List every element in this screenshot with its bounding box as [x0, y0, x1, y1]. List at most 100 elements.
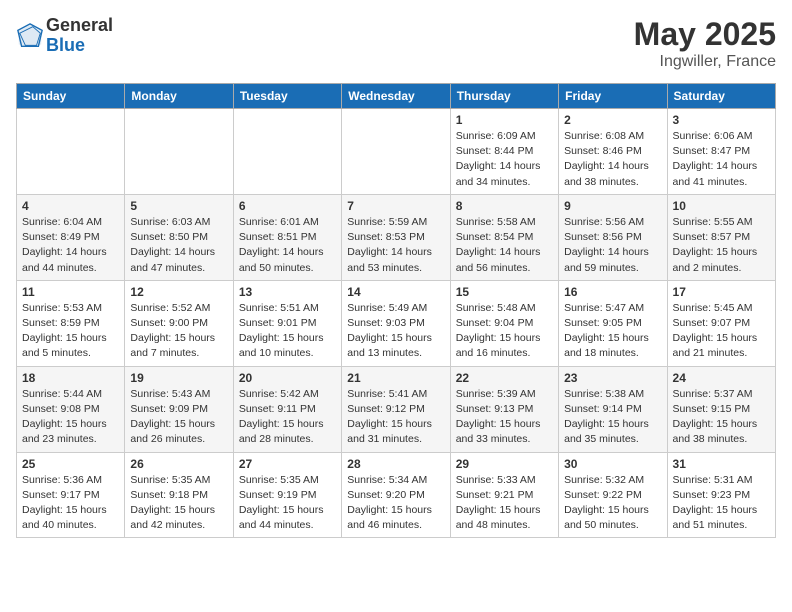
day-info: Sunrise: 5:33 AMSunset: 9:21 PMDaylight:…	[456, 473, 553, 534]
day-number: 8	[456, 199, 553, 213]
calendar-cell: 9 Sunrise: 5:56 AMSunset: 8:56 PMDaylight…	[559, 194, 667, 280]
day-number: 18	[22, 371, 119, 385]
calendar-cell: 7 Sunrise: 5:59 AMSunset: 8:53 PMDaylight…	[342, 194, 450, 280]
day-number: 3	[673, 113, 770, 127]
day-info: Sunrise: 5:53 AMSunset: 8:59 PMDaylight:…	[22, 301, 119, 362]
day-info: Sunrise: 5:32 AMSunset: 9:22 PMDaylight:…	[564, 473, 661, 534]
calendar-cell: 20Sunrise: 5:42 AMSunset: 9:11 PMDayligh…	[233, 366, 341, 452]
day-info: Sunrise: 5:44 AMSunset: 9:08 PMDaylight:…	[22, 387, 119, 448]
calendar-cell: 30 Sunrise: 5:32 AMSunset: 9:22 PMDayligh…	[559, 452, 667, 538]
weekday-header: Tuesday	[233, 84, 341, 109]
day-info: Sunrise: 6:01 AMSunset: 8:51 PMDaylight:…	[239, 215, 336, 276]
day-info: Sunrise: 6:03 AMSunset: 8:50 PMDaylight:…	[130, 215, 227, 276]
day-info: Sunrise: 5:43 AMSunset: 9:09 PMDaylight:…	[130, 387, 227, 448]
calendar-cell: 1 Sunrise: 6:09 AMSunset: 8:44 PMDaylight…	[450, 109, 558, 195]
calendar-cell: 4 Sunrise: 6:04 AMSunset: 8:49 PMDaylight…	[17, 194, 125, 280]
day-number: 7	[347, 199, 444, 213]
calendar-cell	[125, 109, 233, 195]
day-info: Sunrise: 5:36 AMSunset: 9:17 PMDaylight:…	[22, 473, 119, 534]
day-info: Sunrise: 5:51 AMSunset: 9:01 PMDaylight:…	[239, 301, 336, 362]
day-info: Sunrise: 5:58 AMSunset: 8:54 PMDaylight:…	[456, 215, 553, 276]
weekday-header: Wednesday	[342, 84, 450, 109]
logo: General Blue	[16, 16, 113, 56]
day-number: 22	[456, 371, 553, 385]
day-number: 26	[130, 457, 227, 471]
day-info: Sunrise: 5:41 AMSunset: 9:12 PMDaylight:…	[347, 387, 444, 448]
calendar-cell: 18 Sunrise: 5:44 AMSunset: 9:08 PMDayligh…	[17, 366, 125, 452]
calendar-cell	[233, 109, 341, 195]
calendar-cell: 3Sunrise: 6:06 AMSunset: 8:47 PMDaylight…	[667, 109, 775, 195]
weekday-header-row: SundayMondayTuesdayWednesdayThursdayFrid…	[17, 84, 776, 109]
calendar-cell	[342, 109, 450, 195]
day-number: 9	[564, 199, 661, 213]
calendar-week-row: 4 Sunrise: 6:04 AMSunset: 8:49 PMDaylight…	[17, 194, 776, 280]
day-info: Sunrise: 5:45 AMSunset: 9:07 PMDaylight:…	[673, 301, 770, 362]
calendar-cell: 16 Sunrise: 5:47 AMSunset: 9:05 PMDayligh…	[559, 280, 667, 366]
page-header: General Blue May 2025 Ingwiller, France	[16, 16, 776, 71]
day-number: 31	[673, 457, 770, 471]
day-number: 25	[22, 457, 119, 471]
calendar-week-row: 25 Sunrise: 5:36 AMSunset: 9:17 PMDayligh…	[17, 452, 776, 538]
calendar-cell: 17Sunrise: 5:45 AMSunset: 9:07 PMDayligh…	[667, 280, 775, 366]
day-number: 30	[564, 457, 661, 471]
calendar-cell: 11 Sunrise: 5:53 AMSunset: 8:59 PMDayligh…	[17, 280, 125, 366]
day-info: Sunrise: 5:56 AMSunset: 8:56 PMDaylight:…	[564, 215, 661, 276]
calendar-table: SundayMondayTuesdayWednesdayThursdayFrid…	[16, 83, 776, 538]
weekday-header: Monday	[125, 84, 233, 109]
calendar-cell: 28Sunrise: 5:34 AMSunset: 9:20 PMDayligh…	[342, 452, 450, 538]
calendar-cell: 26 Sunrise: 5:35 AMSunset: 9:18 PMDayligh…	[125, 452, 233, 538]
day-number: 11	[22, 285, 119, 299]
day-info: Sunrise: 5:35 AMSunset: 9:19 PMDaylight:…	[239, 473, 336, 534]
day-info: Sunrise: 5:37 AMSunset: 9:15 PMDaylight:…	[673, 387, 770, 448]
calendar-cell: 25 Sunrise: 5:36 AMSunset: 9:17 PMDayligh…	[17, 452, 125, 538]
weekday-header: Saturday	[667, 84, 775, 109]
calendar-cell: 31 Sunrise: 5:31 AMSunset: 9:23 PMDayligh…	[667, 452, 775, 538]
day-number: 6	[239, 199, 336, 213]
day-number: 12	[130, 285, 227, 299]
calendar-cell: 19Sunrise: 5:43 AMSunset: 9:09 PMDayligh…	[125, 366, 233, 452]
day-info: Sunrise: 6:09 AMSunset: 8:44 PMDaylight:…	[456, 129, 553, 190]
calendar-week-row: 1 Sunrise: 6:09 AMSunset: 8:44 PMDaylight…	[17, 109, 776, 195]
calendar-cell: 29 Sunrise: 5:33 AMSunset: 9:21 PMDayligh…	[450, 452, 558, 538]
logo-text: General Blue	[46, 16, 113, 56]
day-number: 2	[564, 113, 661, 127]
day-number: 10	[673, 199, 770, 213]
day-number: 20	[239, 371, 336, 385]
day-info: Sunrise: 5:47 AMSunset: 9:05 PMDaylight:…	[564, 301, 661, 362]
day-info: Sunrise: 5:35 AMSunset: 9:18 PMDaylight:…	[130, 473, 227, 534]
calendar-cell: 21 Sunrise: 5:41 AMSunset: 9:12 PMDayligh…	[342, 366, 450, 452]
day-number: 15	[456, 285, 553, 299]
day-info: Sunrise: 5:31 AMSunset: 9:23 PMDaylight:…	[673, 473, 770, 534]
calendar-cell: 6 Sunrise: 6:01 AMSunset: 8:51 PMDaylight…	[233, 194, 341, 280]
weekday-header: Sunday	[17, 84, 125, 109]
day-number: 5	[130, 199, 227, 213]
calendar-cell: 15 Sunrise: 5:48 AMSunset: 9:04 PMDayligh…	[450, 280, 558, 366]
day-info: Sunrise: 6:04 AMSunset: 8:49 PMDaylight:…	[22, 215, 119, 276]
day-info: Sunrise: 5:59 AMSunset: 8:53 PMDaylight:…	[347, 215, 444, 276]
day-number: 29	[456, 457, 553, 471]
day-number: 16	[564, 285, 661, 299]
day-info: Sunrise: 5:49 AMSunset: 9:03 PMDaylight:…	[347, 301, 444, 362]
day-number: 4	[22, 199, 119, 213]
title-block: May 2025 Ingwiller, France	[634, 16, 776, 71]
calendar-cell	[17, 109, 125, 195]
day-info: Sunrise: 5:38 AMSunset: 9:14 PMDaylight:…	[564, 387, 661, 448]
day-number: 24	[673, 371, 770, 385]
weekday-header: Thursday	[450, 84, 558, 109]
logo-general: General	[46, 16, 113, 36]
calendar-cell: 8 Sunrise: 5:58 AMSunset: 8:54 PMDaylight…	[450, 194, 558, 280]
day-number: 1	[456, 113, 553, 127]
day-info: Sunrise: 5:52 AMSunset: 9:00 PMDaylight:…	[130, 301, 227, 362]
calendar-cell: 10 Sunrise: 5:55 AMSunset: 8:57 PMDayligh…	[667, 194, 775, 280]
calendar-cell: 14Sunrise: 5:49 AMSunset: 9:03 PMDayligh…	[342, 280, 450, 366]
day-info: Sunrise: 5:48 AMSunset: 9:04 PMDaylight:…	[456, 301, 553, 362]
day-number: 27	[239, 457, 336, 471]
calendar-cell: 22 Sunrise: 5:39 AMSunset: 9:13 PMDayligh…	[450, 366, 558, 452]
day-number: 21	[347, 371, 444, 385]
day-number: 28	[347, 457, 444, 471]
day-info: Sunrise: 5:39 AMSunset: 9:13 PMDaylight:…	[456, 387, 553, 448]
weekday-header: Friday	[559, 84, 667, 109]
day-info: Sunrise: 5:55 AMSunset: 8:57 PMDaylight:…	[673, 215, 770, 276]
calendar-cell: 12 Sunrise: 5:52 AMSunset: 9:00 PMDayligh…	[125, 280, 233, 366]
location: Ingwiller, France	[634, 53, 776, 71]
